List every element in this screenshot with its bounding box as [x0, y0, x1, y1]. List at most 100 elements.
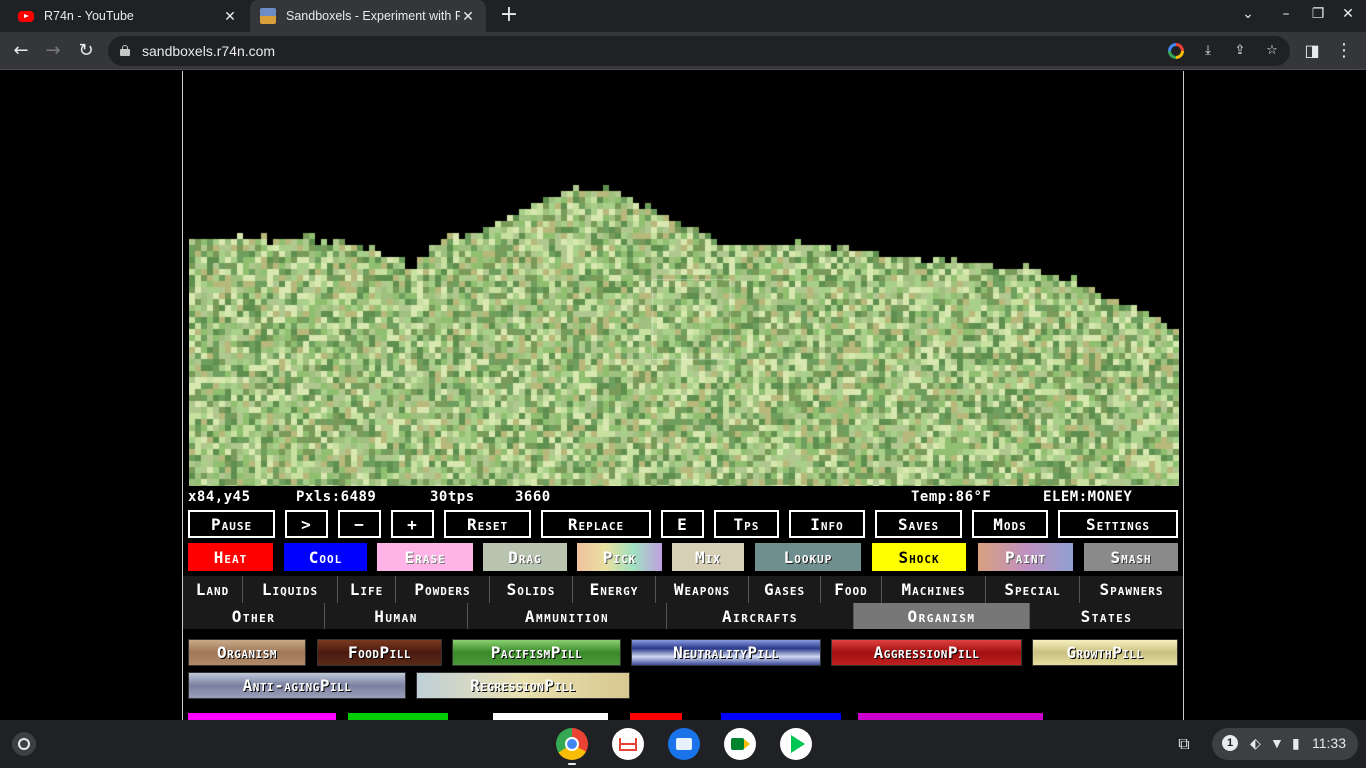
new-tab-button[interactable]: + [498, 4, 520, 26]
category-liquids[interactable]: Liquids [243, 576, 338, 603]
increase-size-button[interactable]: + [391, 510, 434, 538]
sandbox-canvas[interactable] [189, 71, 1179, 486]
tab-sandboxels[interactable]: Sandboxels - Experiment with Pi ✕ [250, 0, 486, 32]
step-button[interactable]: > [285, 510, 328, 538]
tool-drag[interactable]: Drag [483, 543, 567, 571]
category-life[interactable]: Life [338, 576, 396, 603]
element-anti-agingpill[interactable]: Anti-agingPill [188, 672, 406, 699]
element-growthpill[interactable]: GrowthPill [1032, 639, 1178, 666]
meet-icon[interactable] [724, 728, 756, 760]
menu-icon[interactable]: ⋮ [1333, 40, 1355, 62]
tool-pick[interactable]: Pick [577, 543, 662, 571]
gmail-icon[interactable] [612, 728, 644, 760]
drive-sync-icon: ⬖ [1250, 735, 1261, 751]
category-machines[interactable]: Machines [882, 576, 986, 603]
subcategory-states[interactable]: States [1030, 603, 1183, 629]
bookmark-star-icon[interactable]: ☆ [1264, 43, 1280, 59]
google-icon[interactable] [1168, 43, 1184, 59]
sandboxels-game: x84,y45 Pxls:6489 30tps 3660 Temp:86°F E… [182, 71, 1184, 720]
pixel-count: Pxls:6489 [296, 489, 377, 505]
chrome-icon[interactable] [556, 728, 588, 760]
address-bar[interactable]: sandboxels.r74n.com ⤓ ⇪ ☆ [108, 36, 1290, 66]
files-icon[interactable] [668, 728, 700, 760]
subcategory-ammunition[interactable]: Ammunition [468, 603, 667, 629]
tab-search-icon[interactable]: ⌄ [1238, 6, 1258, 22]
tool-paint[interactable]: Paint [978, 543, 1073, 571]
element-aggressionpill[interactable]: AggressionPill [831, 639, 1022, 666]
side-panel-icon[interactable]: ◨ [1301, 40, 1323, 62]
url-text[interactable]: sandboxels.r74n.com [142, 43, 275, 59]
lock-icon [120, 45, 130, 56]
status-tray[interactable]: 1 ⬖ ▼ ▮ 11:33 [1212, 728, 1358, 760]
category-solids[interactable]: Solids [490, 576, 573, 603]
launcher-icon[interactable] [12, 732, 36, 756]
tab-title: Sandboxels - Experiment with Pi [286, 9, 460, 23]
minimize-icon[interactable]: – [1276, 6, 1296, 22]
category-energy[interactable]: Energy [573, 576, 656, 603]
cutoff-link[interactable] [348, 713, 448, 720]
close-tab-icon[interactable]: ✕ [460, 8, 476, 25]
tool-erase[interactable]: Erase [377, 543, 473, 571]
pause-button[interactable]: Pause [188, 510, 275, 538]
category-weapons[interactable]: Weapons [656, 576, 749, 603]
replace-button[interactable]: Replace [541, 510, 651, 538]
category-gases[interactable]: Gases [749, 576, 821, 603]
close-tab-icon[interactable]: ✕ [222, 8, 238, 25]
tps-button[interactable]: Tps [714, 510, 779, 538]
element-regressionpill[interactable]: RegressionPill [416, 672, 630, 699]
mods-button[interactable]: Mods [972, 510, 1048, 538]
install-icon[interactable]: ⤓ [1200, 43, 1216, 59]
subcategory-other[interactable]: Other [183, 603, 325, 629]
tab-youtube[interactable]: R74n - YouTube ✕ [8, 0, 248, 32]
tick-count: 3660 [515, 489, 551, 505]
forward-icon[interactable]: → [42, 40, 64, 62]
notification-count: 1 [1222, 735, 1238, 751]
category-spawners[interactable]: Spawners [1080, 576, 1183, 603]
tool-shock[interactable]: Shock [872, 543, 966, 571]
category-powders[interactable]: Powders [396, 576, 490, 603]
restore-icon[interactable]: ❐ [1308, 6, 1328, 22]
category-land[interactable]: Land [183, 576, 243, 603]
cutoff-link[interactable] [721, 713, 841, 720]
element-organism[interactable]: Organism [188, 639, 306, 666]
page-content: x84,y45 Pxls:6489 30tps 3660 Temp:86°F E… [0, 71, 1366, 720]
cutoff-link[interactable] [493, 713, 608, 720]
share-icon[interactable]: ⇪ [1232, 43, 1248, 59]
settings-button[interactable]: Settings [1058, 510, 1178, 538]
subcategory-aircrafts[interactable]: Aircrafts [667, 603, 854, 629]
element-foodpill[interactable]: FoodPill [317, 639, 442, 666]
close-window-icon[interactable]: ✕ [1338, 6, 1358, 22]
info-button[interactable]: Info [789, 510, 865, 538]
tool-mix[interactable]: Mix [672, 543, 744, 571]
element-pacifismpill[interactable]: PacifismPill [452, 639, 621, 666]
saves-button[interactable]: Saves [875, 510, 962, 538]
temperature-readout: Temp:86°F [911, 489, 992, 505]
reload-icon[interactable]: ↻ [75, 40, 97, 62]
category-bar: Land Liquids Life Powders Solids Energy … [183, 576, 1183, 603]
cutoff-link[interactable] [858, 713, 1043, 720]
play-store-icon[interactable] [780, 728, 812, 760]
element-neutralitypill[interactable]: NeutralityPill [631, 639, 821, 666]
status-bar: x84,y45 Pxls:6489 30tps 3660 Temp:86°F E… [188, 489, 1178, 507]
cutoff-link[interactable] [630, 713, 682, 720]
tool-smash[interactable]: Smash [1084, 543, 1178, 571]
subcategory-bar: Other Human Ammunition Aircrafts Organis… [183, 603, 1183, 629]
back-icon[interactable]: ← [10, 40, 32, 62]
element-select-button[interactable]: E [661, 510, 704, 538]
decrease-size-button[interactable]: − [338, 510, 381, 538]
subcategory-organism[interactable]: Organism [854, 603, 1030, 629]
reset-button[interactable]: Reset [444, 510, 531, 538]
tool-cool[interactable]: Cool [284, 543, 367, 571]
tab-strip: R74n - YouTube ✕ Sandboxels - Experiment… [0, 0, 1366, 32]
subcategory-human[interactable]: Human [325, 603, 468, 629]
meet-lens [744, 739, 750, 749]
active-app-indicator [568, 763, 576, 765]
cutoff-link[interactable] [188, 713, 336, 720]
category-food[interactable]: Food [821, 576, 882, 603]
tool-lookup[interactable]: Lookup [755, 543, 861, 571]
category-special[interactable]: Special [986, 576, 1080, 603]
tool-heat[interactable]: Heat [188, 543, 273, 571]
tote-icon[interactable]: ⧉ [1172, 732, 1196, 756]
tab-title: R74n - YouTube [44, 9, 134, 23]
cutoff-links-row [188, 713, 1178, 720]
